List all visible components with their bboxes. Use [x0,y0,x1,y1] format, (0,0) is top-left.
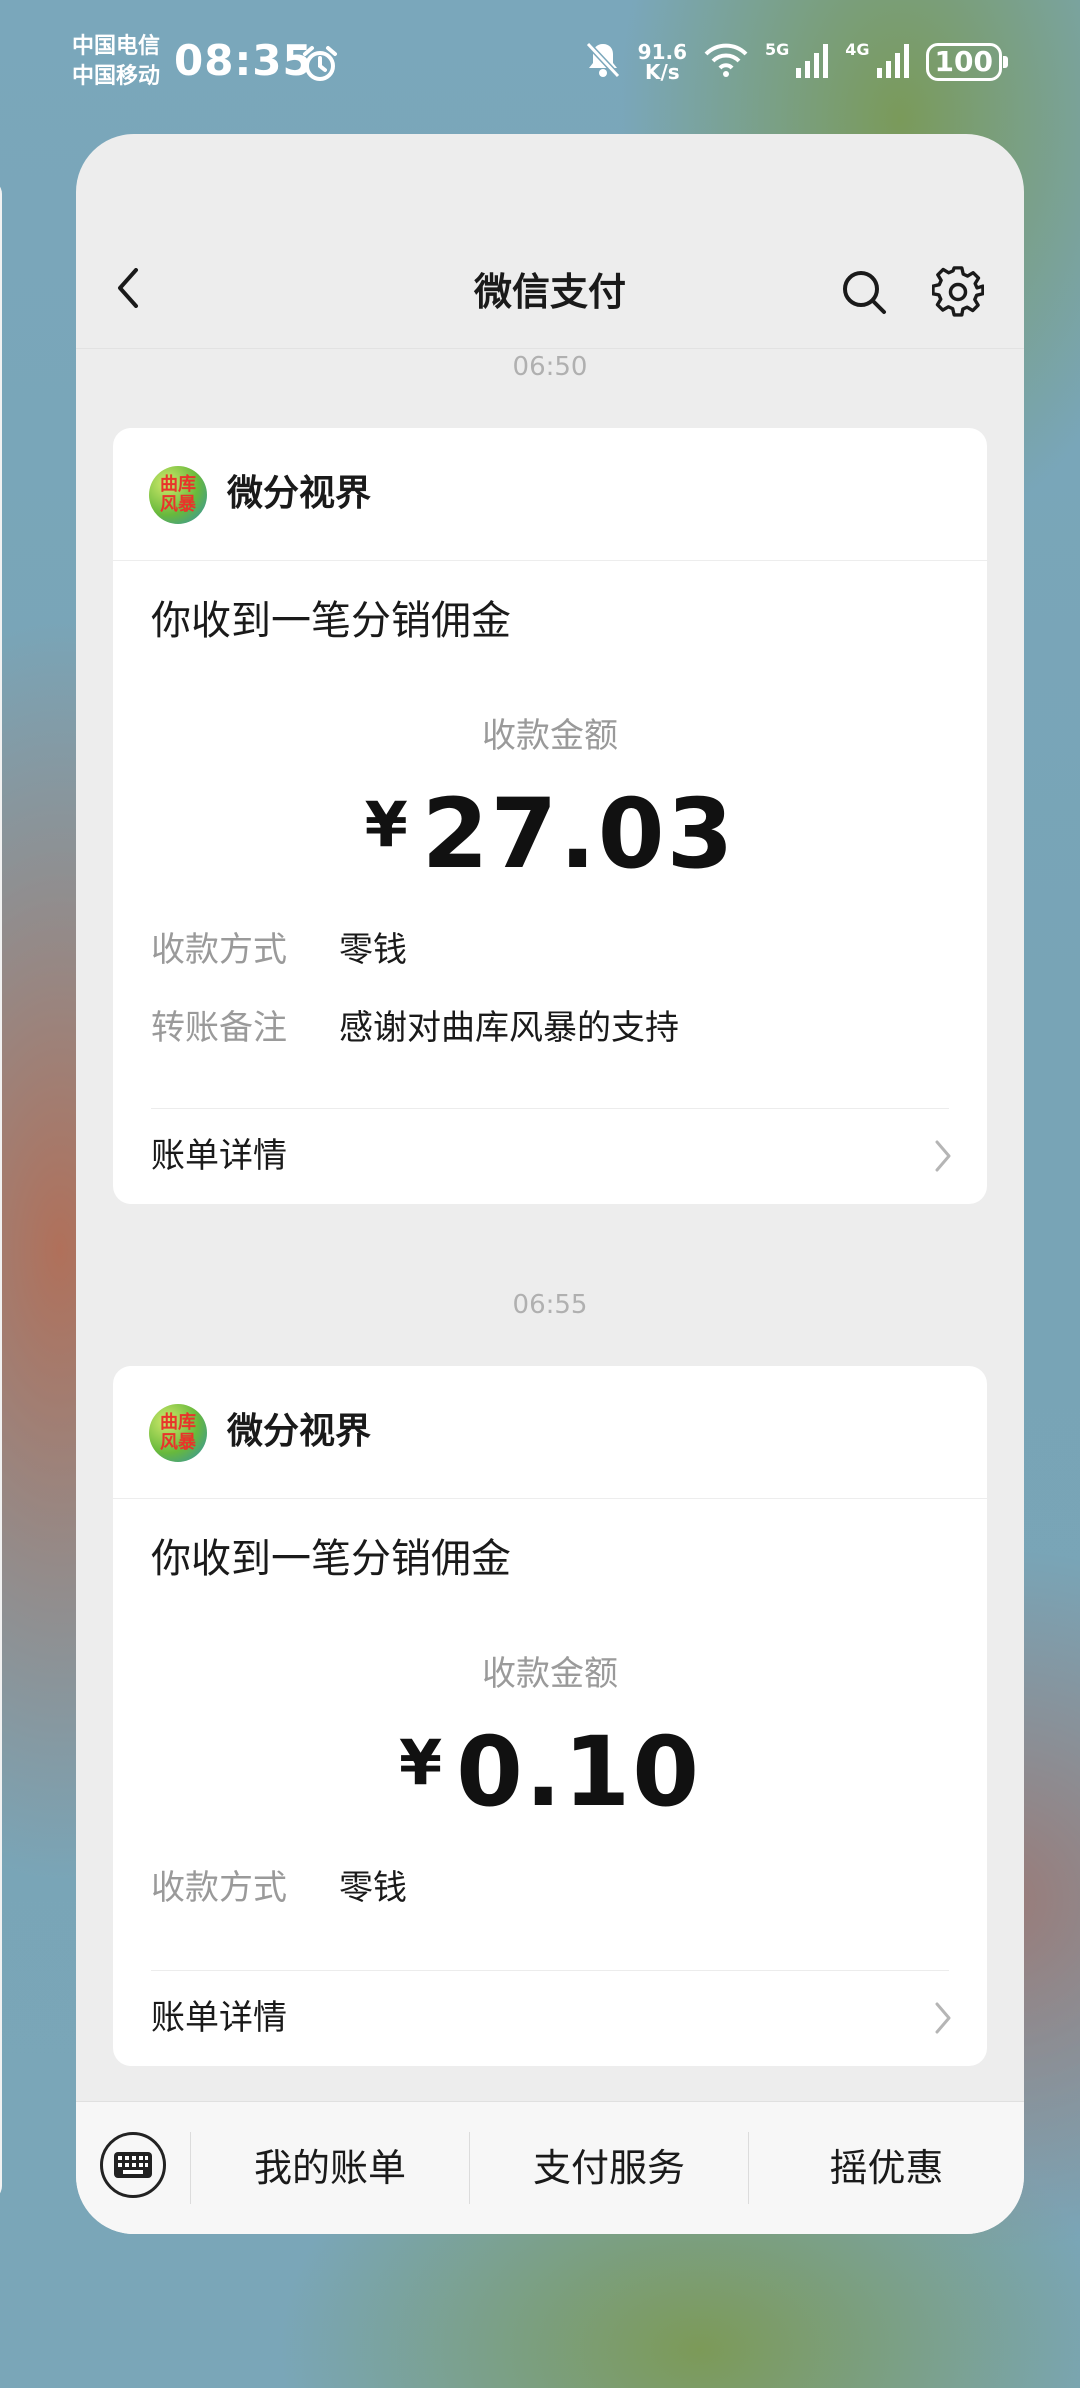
row-value: 零钱 [339,1868,407,1908]
app-window[interactable]: 微信支付 06:50 曲库风暴 微分视界 你收到一笔分销佣金 收款金额 ¥27.… [76,134,1024,2234]
keyboard-icon [114,2152,152,2178]
amount-number: 0.10 [456,1716,701,1828]
row-key: 转账备注 [151,1008,287,1048]
avatar: 曲库风暴 [149,466,207,524]
avatar: 曲库风暴 [149,1404,207,1462]
currency-symbol: ¥ [399,1726,443,1799]
status-time: 08:35 [174,36,313,85]
bill-detail-link[interactable]: 账单详情 [151,1970,957,2066]
row-key: 收款方式 [151,930,287,970]
menu-my-bills[interactable]: 我的账单 [191,2102,469,2234]
card-header[interactable]: 曲库风暴 微分视界 [113,428,987,561]
status-bar: 中国电信 中国移动 08:35 91.6 K/s 5G 4G 100 [0,0,1080,130]
info-row: 收款方式 零钱 [151,1866,407,1910]
signal-1-label: 5G [765,40,790,59]
row-value: 感谢对曲库风暴的支持 [339,1008,679,1048]
net-speed-unit: K/s [644,60,680,84]
message-timestamp: 06:50 [512,352,588,382]
payment-message-card[interactable]: 曲库风暴 微分视界 你收到一笔分销佣金 收款金额 ¥27.03 收款方式 零钱 转… [113,428,987,1204]
gear-icon [932,266,984,317]
message-title: 你收到一笔分销佣金 [151,1536,511,1582]
bill-detail-label: 账单详情 [151,1136,287,1176]
carrier-1: 中国电信 [72,34,161,59]
bill-detail-link[interactable]: 账单详情 [151,1108,957,1204]
card-header[interactable]: 曲库风暴 微分视界 [113,1366,987,1499]
sender-name: 微分视界 [227,473,372,514]
amount-label: 收款金额 [482,716,618,756]
search-button[interactable] [836,264,892,320]
settings-button[interactable] [928,262,988,322]
row-value: 零钱 [339,930,407,970]
amount-value: ¥0.10 [113,1716,987,1828]
message-timestamp: 06:55 [512,1290,588,1320]
chevron-right-icon [935,1140,951,1172]
battery-indicator: 100 [925,43,1009,81]
signal-icon [795,42,829,82]
background-card-edge [0,180,2,2200]
search-icon [843,271,886,314]
carrier-info: 中国电信 中国移动 [72,32,160,92]
message-title: 你收到一笔分销佣金 [151,598,511,644]
keyboard-toggle-button[interactable] [100,2132,166,2198]
signal-icon [876,42,910,82]
net-speed-value: 91.6 [637,40,688,64]
net-speed: 91.6 K/s [638,42,687,82]
bill-detail-label: 账单详情 [151,1998,287,2038]
wifi-icon [703,42,749,82]
menu-payment-services[interactable]: 支付服务 [470,2102,748,2234]
row-key: 收款方式 [151,1868,287,1908]
alarm-icon [300,44,340,88]
menu-shake-deals[interactable]: 摇优惠 [749,2102,1024,2234]
carrier-2: 中国移动 [72,64,161,89]
amount-value: ¥27.03 [113,778,987,890]
amount-number: 27.03 [421,778,736,890]
info-row: 转账备注 感谢对曲库风暴的支持 [151,1006,679,1050]
info-row: 收款方式 零钱 [151,928,407,972]
chevron-right-icon [935,2002,951,2034]
amount-label: 收款金额 [482,1654,618,1694]
signal-2-label: 4G [845,40,870,59]
status-icons: 91.6 K/s 5G 4G 100 [584,40,1009,84]
bottom-menu-bar: 我的账单 支付服务 摇优惠 [76,2101,1024,2234]
payment-message-card[interactable]: 曲库风暴 微分视界 你收到一笔分销佣金 收款金额 ¥0.10 收款方式 零钱 账单… [113,1366,987,2066]
currency-symbol: ¥ [364,788,408,861]
nav-bar: 微信支付 [76,134,1024,349]
sender-name: 微分视界 [227,1411,372,1452]
mute-icon [584,40,622,84]
